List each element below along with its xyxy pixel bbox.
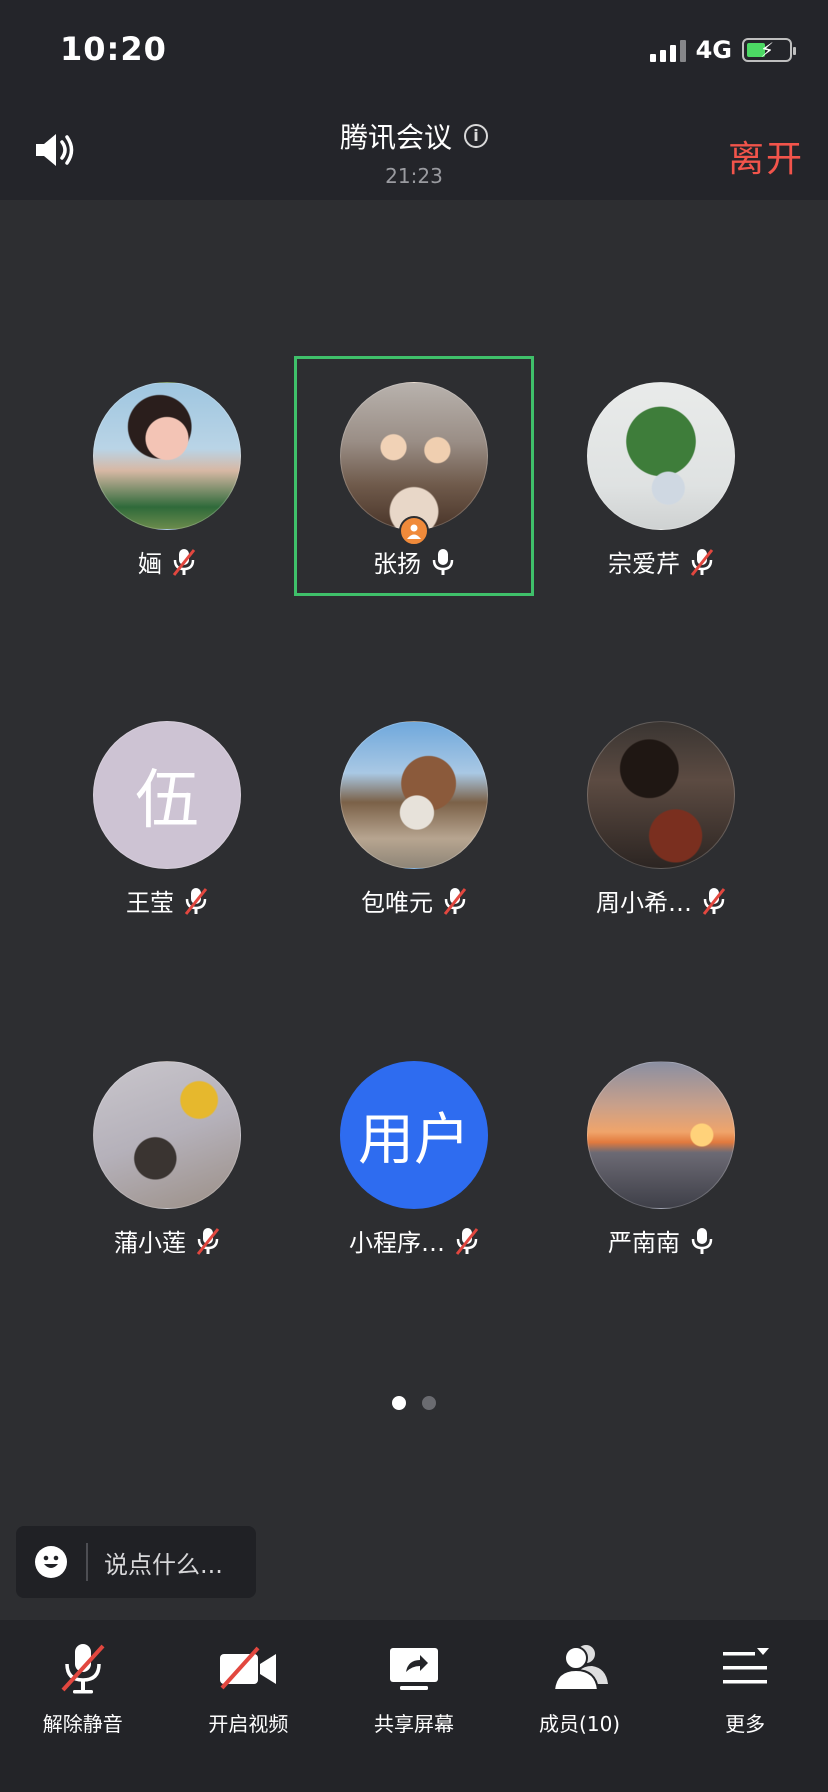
status-time: 10:20: [60, 30, 167, 68]
avatar: 用户: [340, 1061, 488, 1209]
participant-name: 小程序…: [349, 1229, 445, 1257]
battery-icon: ⚡: [742, 38, 796, 62]
participant-name: 包唯元: [361, 889, 433, 917]
participant-tile[interactable]: 严南南: [541, 1035, 781, 1275]
mic-muted-icon: [184, 887, 208, 915]
participant-tile[interactable]: 包唯元: [294, 695, 534, 935]
participant-name: 婳: [138, 550, 162, 578]
mic-muted-icon: [690, 548, 714, 576]
network-type: 4G: [695, 36, 732, 64]
mic-muted-icon: [443, 887, 467, 915]
participant-tile[interactable]: 蒲小莲: [47, 1035, 287, 1275]
avatar: [340, 721, 488, 869]
participant-tile[interactable]: 宗爱芹: [541, 356, 781, 596]
title-block: 腾讯会议 i 21:23: [0, 116, 828, 188]
video-off-icon: [220, 1646, 277, 1690]
participant-tile[interactable]: 伍 王莹: [47, 695, 287, 935]
avatar: [93, 1061, 241, 1209]
page-indicator[interactable]: [0, 1396, 828, 1410]
bottom-toolbar: 解除静音 开启视频 共享屏幕 成员(10) 更多: [0, 1620, 828, 1792]
avatar: 伍: [93, 721, 241, 869]
status-bar: 10:20 4G ⚡: [0, 0, 828, 96]
members-label: 成员(10): [539, 1712, 621, 1736]
mic-muted-icon: [172, 548, 196, 576]
start-video-button[interactable]: 开启视频: [166, 1620, 332, 1792]
unmute-button[interactable]: 解除静音: [0, 1620, 166, 1792]
status-indicators: 4G ⚡: [649, 36, 796, 64]
participant-name: 张扬: [373, 550, 421, 578]
info-icon[interactable]: i: [464, 124, 488, 148]
more-button[interactable]: 更多: [662, 1620, 828, 1792]
mic-muted-icon: [61, 1644, 105, 1694]
page-dot-active[interactable]: [392, 1396, 406, 1410]
participant-tile[interactable]: 用户 小程序…: [294, 1035, 534, 1275]
page-dot[interactable]: [422, 1396, 436, 1410]
more-label: 更多: [725, 1712, 766, 1736]
participant-name: 周小希…: [596, 889, 692, 917]
mic-muted-icon: [702, 887, 726, 915]
participant-name: 王莹: [126, 889, 174, 917]
unmute-label: 解除静音: [42, 1712, 123, 1736]
members-icon: [552, 1645, 608, 1691]
start-video-label: 开启视频: [208, 1712, 289, 1736]
emoji-icon[interactable]: [34, 1545, 68, 1579]
mic-on-icon: [691, 1227, 713, 1254]
signal-icon: [649, 38, 686, 62]
avatar: [587, 382, 735, 530]
participant-tile-active-speaker[interactable]: 张扬: [294, 356, 534, 596]
share-screen-button[interactable]: 共享屏幕: [331, 1620, 497, 1792]
participant-tile[interactable]: 周小希…: [541, 695, 781, 935]
mic-muted-icon: [455, 1227, 479, 1255]
participant-name: 蒲小莲: [114, 1229, 186, 1257]
meeting-title[interactable]: 腾讯会议: [340, 116, 452, 156]
chat-placeholder[interactable]: 说点什么...: [104, 1545, 223, 1580]
avatar: [93, 382, 241, 530]
participant-name: 严南南: [608, 1229, 680, 1257]
participant-name: 宗爱芹: [608, 550, 680, 578]
share-screen-label: 共享屏幕: [373, 1712, 454, 1736]
mic-on-icon: [432, 548, 454, 575]
chat-input[interactable]: 说点什么...: [16, 1526, 256, 1598]
host-badge-icon: [399, 516, 429, 546]
avatar: [587, 721, 735, 869]
share-screen-icon: [389, 1648, 438, 1690]
avatar: [340, 382, 488, 530]
mic-muted-icon: [196, 1227, 220, 1255]
leave-button[interactable]: 离开: [728, 130, 804, 182]
avatar: [587, 1061, 735, 1209]
more-menu-icon: [723, 1648, 770, 1684]
chat-divider: [86, 1543, 88, 1581]
participant-tile[interactable]: 婳: [47, 356, 287, 596]
meeting-timer: 21:23: [385, 164, 443, 188]
members-button[interactable]: 成员(10): [497, 1620, 663, 1792]
meeting-header: 腾讯会议 i 21:23 离开: [0, 96, 828, 200]
